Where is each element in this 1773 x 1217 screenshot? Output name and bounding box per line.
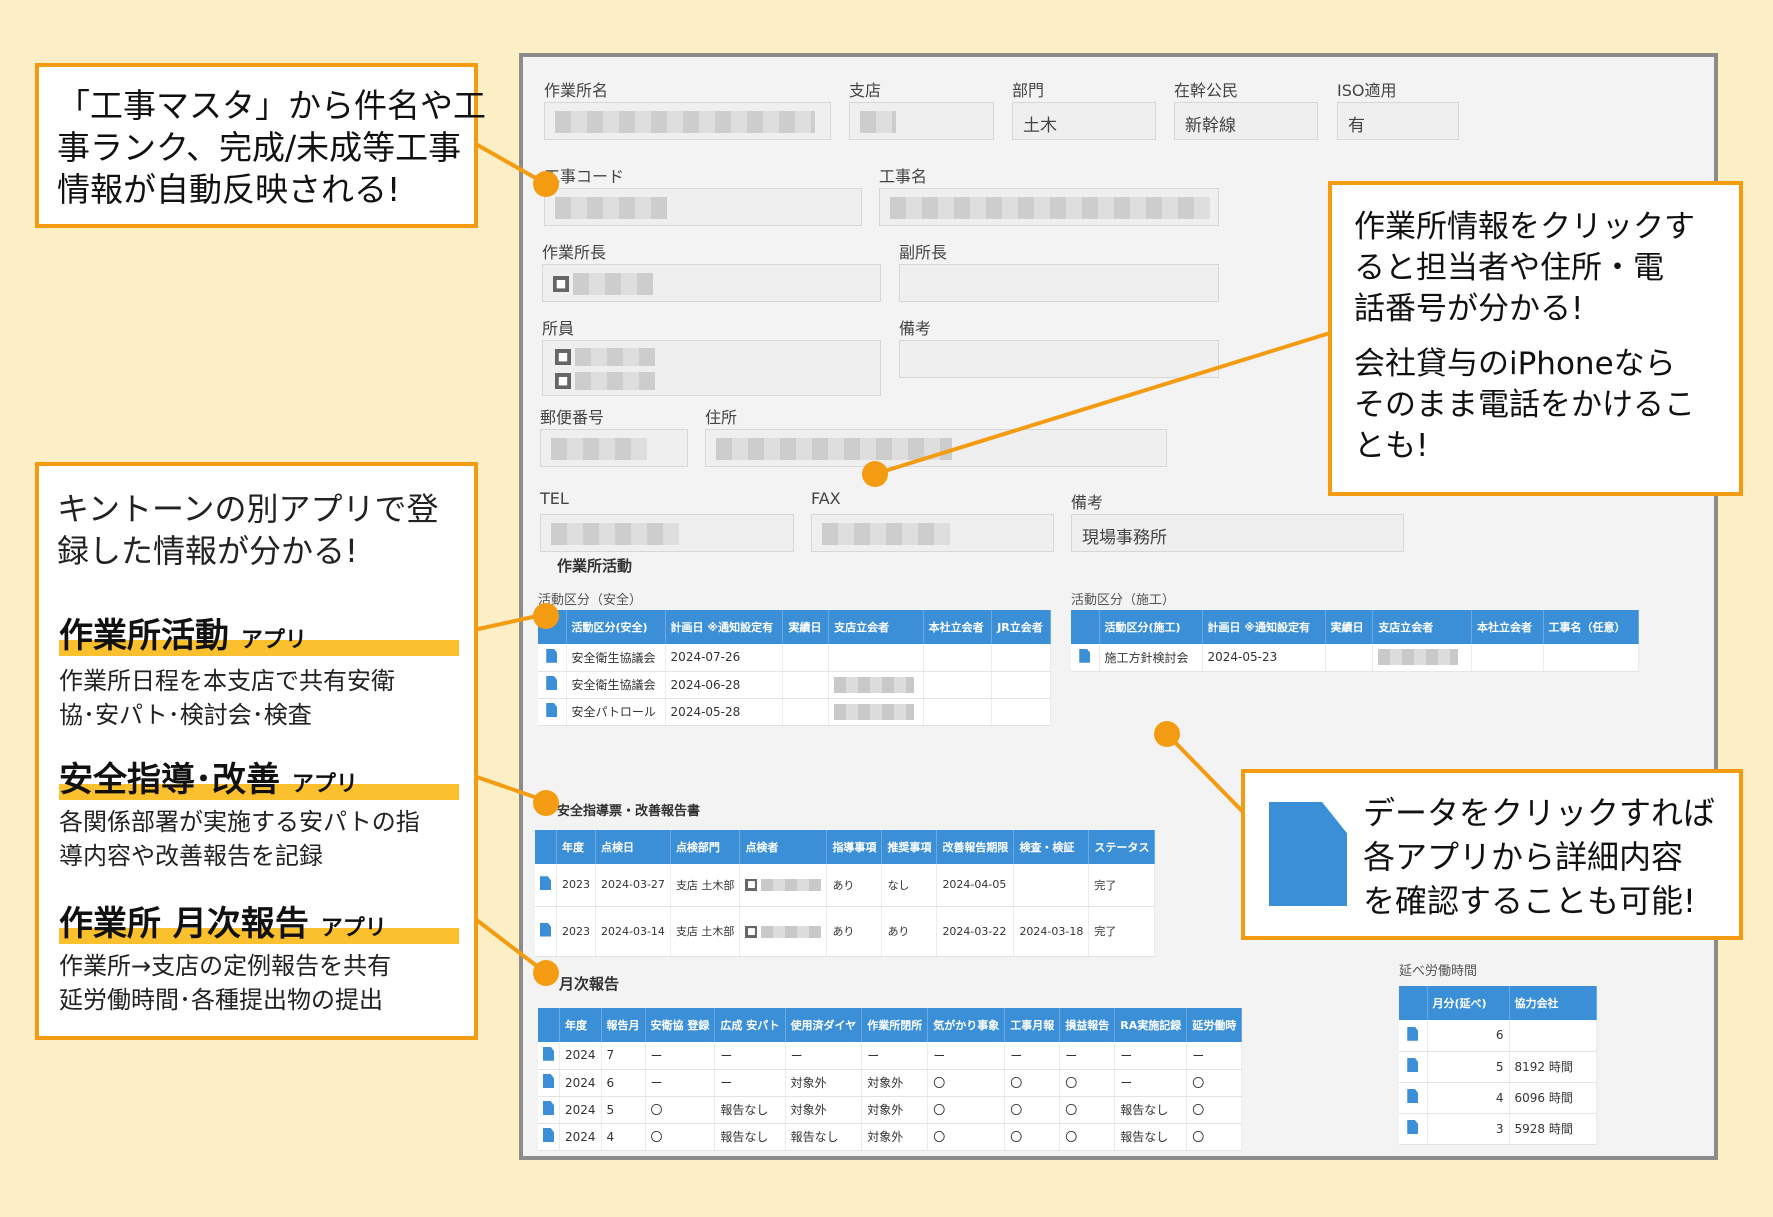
callout-site-info: 作業所情報をクリックす ると担当者や住所・電 話番号が分かる! 会社貸与のiPh…: [1328, 181, 1743, 496]
callout-auto-reflect: 「工事マスタ」から件名や工 事ランク、完成/未成等工事 情報が自動反映される!: [35, 63, 486, 228]
marker-dot: [1154, 721, 1180, 747]
app-name-activity: 作業所活動 アプリ: [59, 616, 307, 656]
marker-dot: [533, 960, 559, 986]
document-icon: [1269, 802, 1347, 906]
marker-dot: [533, 171, 559, 197]
marker-dot: [862, 461, 888, 487]
callout-apps: キントーンの別アプリで登 録した情報が分かる! 作業所活動 アプリ 作業所日程を…: [35, 462, 478, 1040]
marker-dot: [533, 790, 559, 816]
marker-dot: [533, 603, 559, 629]
callout-data-click: データをクリックすれば 各アプリから詳細内容 を確認することも可能!: [1241, 769, 1743, 940]
app-name-guidance: 安全指導･改善 アプリ: [59, 760, 358, 800]
app-name-monthly: 作業所 月次報告 アプリ: [59, 904, 387, 944]
